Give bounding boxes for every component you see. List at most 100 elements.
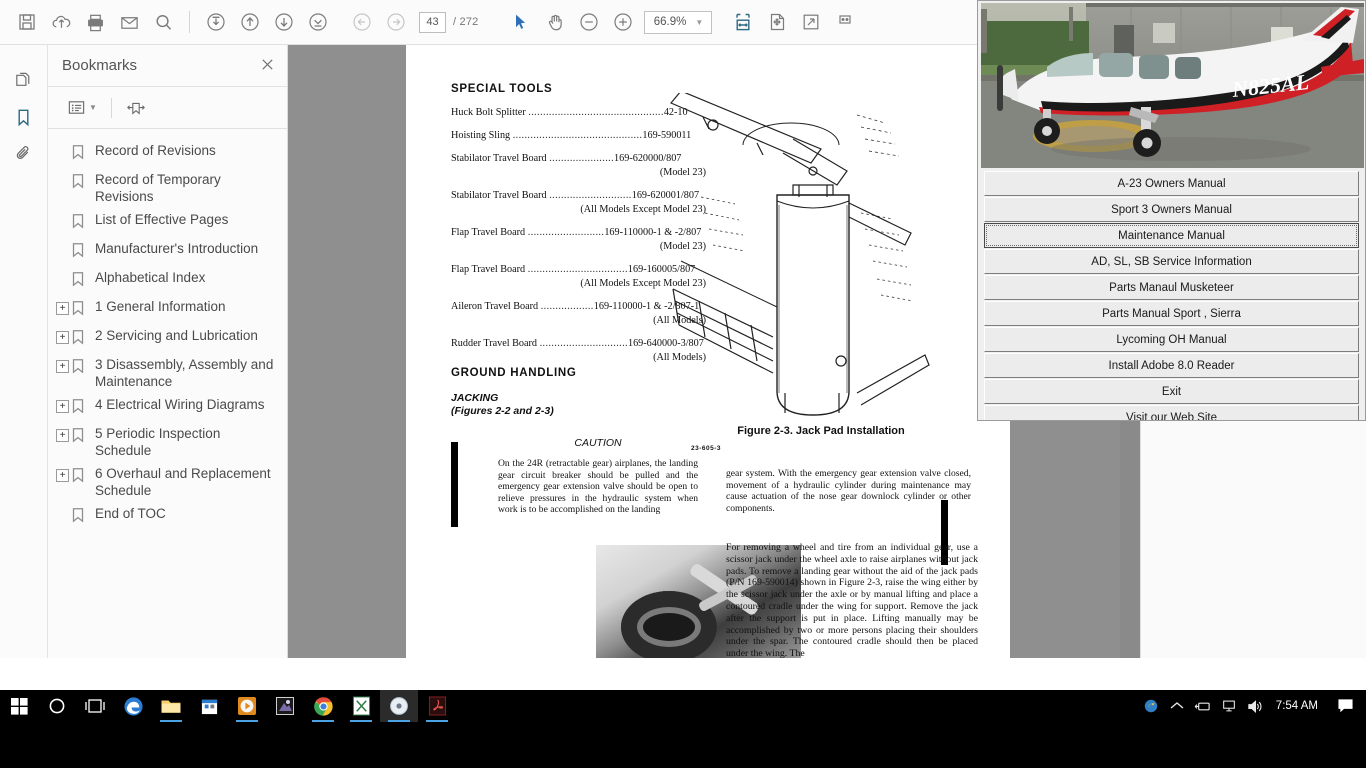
launcher-button-label: A-23 Owners Manual (1117, 177, 1226, 190)
expand-toggle-icon[interactable]: + (56, 400, 69, 413)
action-center-icon[interactable] (1330, 690, 1360, 722)
launcher-button-label: Lycoming OH Manual (1116, 333, 1227, 346)
zoom-out-icon[interactable] (572, 5, 606, 39)
chevron-down-icon: ▼ (89, 103, 97, 112)
caution-label: CAUTION (574, 437, 622, 449)
upload-cloud-icon[interactable] (44, 5, 78, 39)
launcher-button[interactable]: AD, SL, SB Service Information (984, 249, 1359, 274)
fullscreen-icon[interactable] (794, 5, 828, 39)
bookmark-options-icon[interactable]: ▼ (64, 96, 100, 119)
launcher-button[interactable]: Parts Manaul Musketeer (984, 275, 1359, 300)
zoom-level-value: 66.9% (653, 16, 687, 28)
chrome-browser-icon[interactable] (304, 690, 342, 722)
fit-page-icon[interactable] (760, 5, 794, 39)
attachments-icon[interactable] (7, 135, 41, 171)
expand-toggle-icon[interactable]: + (56, 302, 69, 315)
update-icon[interactable] (1138, 690, 1164, 722)
launcher-button[interactable]: Lycoming OH Manual (984, 327, 1359, 352)
bookmarks-icon[interactable] (7, 99, 41, 135)
pdf-page[interactable]: SPECIAL TOOLS Huck Bolt Splitter .......… (406, 45, 1010, 658)
bookmark-item-label: Record of Revisions (95, 143, 216, 158)
bookmark-item[interactable]: +3 Disassembly, Assembly and Maintenance (56, 353, 279, 393)
launcher-button[interactable]: Install Adobe 8.0 Reader (984, 353, 1359, 378)
bookmark-item[interactable]: List of Effective Pages (56, 208, 279, 237)
store-icon[interactable] (190, 690, 228, 722)
jacking-figures: (Figures 2-2 and 2-3) (451, 405, 554, 417)
launcher-button[interactable]: A-23 Owners Manual (984, 171, 1359, 196)
zoom-in-icon[interactable] (606, 5, 640, 39)
bookmark-item[interactable]: Record of Revisions (56, 139, 279, 168)
bookmark-item-label: 6 Overhaul and Replacement Schedule (95, 466, 271, 498)
close-icon[interactable] (260, 57, 275, 75)
new-bookmark-icon[interactable] (123, 96, 149, 120)
bookmark-item[interactable]: End of TOC (56, 502, 279, 531)
beechcraft-musketeer-photo: N825AL (981, 3, 1364, 168)
zoom-level-select[interactable]: 66.9% ▼ (644, 10, 713, 34)
caution-body: On the 24R (retractable gear) airplanes,… (498, 458, 698, 516)
back-arrow-icon[interactable] (345, 5, 379, 39)
forward-arrow-icon[interactable] (379, 5, 413, 39)
photo-editor-icon[interactable] (266, 690, 304, 722)
bookmarks-toolbar: ▼ (48, 87, 287, 129)
volume-icon[interactable] (1242, 690, 1268, 722)
expand-toggle-icon[interactable]: + (56, 331, 69, 344)
page-thumbnails-icon[interactable] (7, 63, 41, 99)
task-view-icon[interactable] (76, 690, 114, 722)
bookmark-icon (71, 427, 91, 448)
hand-pan-icon[interactable] (538, 5, 572, 39)
page-number-input[interactable]: 43 (419, 11, 446, 33)
print-icon[interactable] (78, 5, 112, 39)
bookmark-indent-spacer (56, 509, 69, 522)
excel-icon[interactable] (342, 690, 380, 722)
email-icon[interactable] (112, 5, 146, 39)
show-hidden-icons-icon[interactable] (1164, 690, 1190, 722)
last-page-icon[interactable] (301, 5, 335, 39)
bookmark-item[interactable]: Record of Temporary Revisions (56, 168, 279, 208)
bookmark-item[interactable]: +2 Servicing and Lubrication (56, 324, 279, 353)
expand-toggle-icon[interactable]: + (56, 469, 69, 482)
bookmark-item[interactable]: Alphabetical Index (56, 266, 279, 295)
bookmark-icon (71, 242, 91, 263)
bookmark-item[interactable]: +6 Overhaul and Replacement Schedule (56, 462, 279, 502)
leader-dots: .............................. (539, 338, 628, 349)
windows-taskbar: 7:54 AM (0, 690, 1366, 768)
special-tool-name: Flap Travel Board (451, 227, 526, 238)
start-button[interactable] (0, 690, 38, 722)
first-page-icon[interactable] (199, 5, 233, 39)
bookmarks-panel: Bookmarks ▼ Record of Revisions Record o… (48, 45, 288, 658)
file-explorer-icon[interactable] (152, 690, 190, 722)
edge-browser-icon[interactable] (114, 690, 152, 722)
network-icon[interactable] (1216, 690, 1242, 722)
bookmark-item-label: End of TOC (95, 506, 166, 521)
launcher-button[interactable]: Sport 3 Owners Manual (984, 197, 1359, 222)
expand-toggle-icon[interactable]: + (56, 429, 69, 442)
select-cursor-icon[interactable] (504, 5, 538, 39)
usb-eject-icon[interactable] (1190, 690, 1216, 722)
launcher-button-label: AD, SL, SB Service Information (1091, 255, 1252, 268)
launcher-button[interactable]: Visit our Web Site (984, 405, 1359, 420)
acrobat-reader-icon[interactable] (418, 690, 456, 722)
media-player-icon[interactable] (228, 690, 266, 722)
cortana-search-icon[interactable] (38, 690, 76, 722)
search-icon[interactable] (146, 5, 180, 39)
bookmark-item[interactable]: Manufacturer's Introduction (56, 237, 279, 266)
launcher-button[interactable]: Maintenance Manual (984, 223, 1359, 248)
more-tools-icon[interactable] (828, 5, 862, 39)
bookmark-item-label: List of Effective Pages (95, 212, 229, 227)
disc-drive-icon[interactable] (380, 690, 418, 722)
launcher-button[interactable]: Parts Manual Sport , Sierra (984, 301, 1359, 326)
taskbar-clock[interactable]: 7:54 AM (1268, 700, 1330, 712)
next-page-icon[interactable] (267, 5, 301, 39)
bookmark-item[interactable]: +4 Electrical Wiring Diagrams (56, 393, 279, 422)
fit-width-icon[interactable] (726, 5, 760, 39)
special-tool-name: Huck Bolt Splitter (451, 107, 526, 118)
special-tool-name: Hoisting Sling (451, 130, 511, 141)
expand-toggle-icon[interactable]: + (56, 360, 69, 373)
bookmark-icon (71, 300, 91, 321)
bookmark-item[interactable]: +5 Periodic Inspection Schedule (56, 422, 279, 462)
bookmark-item[interactable]: +1 General Information (56, 295, 279, 324)
figure-caption: Figure 2-3. Jack Pad Installation (737, 425, 905, 437)
save-file-icon[interactable] (10, 5, 44, 39)
previous-page-icon[interactable] (233, 5, 267, 39)
launcher-button[interactable]: Exit (984, 379, 1359, 404)
